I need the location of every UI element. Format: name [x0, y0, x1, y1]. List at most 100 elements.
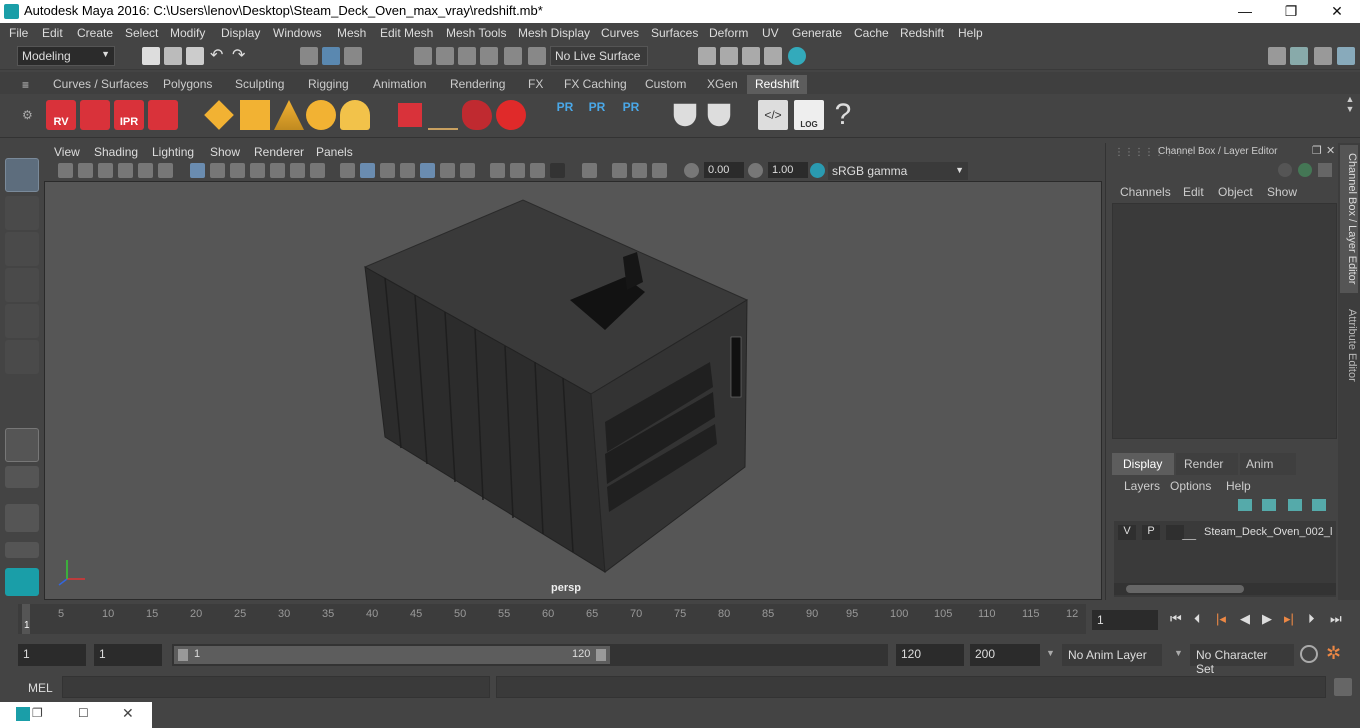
2d-pan-zoom-icon[interactable] [158, 163, 173, 178]
redshift-dome-light-icon[interactable] [306, 100, 336, 130]
step-back-frame-icon[interactable]: ⏴ [1194, 611, 1201, 627]
live-surface-field[interactable]: No Live Surface [550, 46, 648, 66]
use-all-lights-icon[interactable] [420, 163, 435, 178]
new-scene-icon[interactable] [142, 47, 160, 65]
textured-icon[interactable] [400, 163, 415, 178]
layer-playback-toggle[interactable]: P [1142, 525, 1160, 540]
motion-blur-icon[interactable] [490, 163, 505, 178]
maya-window-icon[interactable] [16, 707, 30, 721]
redshift-help-icon[interactable]: ? [828, 100, 858, 130]
snap-surface-icon[interactable] [504, 47, 522, 65]
wireframe-on-shaded-icon[interactable] [380, 163, 395, 178]
scale-tool-icon[interactable] [5, 340, 39, 374]
tab-rendering[interactable]: Rendering [442, 75, 513, 94]
redshift-proxy-import-icon[interactable]: PR [582, 100, 612, 130]
save-scene-icon[interactable] [186, 47, 204, 65]
play-backwards-icon[interactable]: ◀ [1240, 611, 1250, 627]
anti-aliasing-icon[interactable] [510, 163, 525, 178]
vp-menu-view[interactable]: View [54, 145, 80, 159]
auto-key-icon[interactable] [1300, 645, 1318, 663]
menu-redshift[interactable]: Redshift [900, 26, 944, 40]
redshift-area-light-icon[interactable] [240, 100, 270, 130]
tab-animation[interactable]: Animation [365, 75, 434, 94]
tab-custom[interactable]: Custom [637, 75, 694, 94]
menu-modify[interactable]: Modify [170, 26, 205, 40]
step-back-key-icon[interactable]: |◂ [1216, 611, 1226, 627]
open-scene-icon[interactable] [164, 47, 182, 65]
redshift-proxy-icon[interactable] [398, 103, 422, 127]
script-editor-icon[interactable] [1334, 678, 1352, 696]
ipr-render-icon[interactable] [742, 47, 760, 65]
layer-tab-display[interactable]: Display [1112, 453, 1174, 475]
maximize-small-icon[interactable]: ☐ [78, 706, 89, 720]
shelf-scroll-icon[interactable]: ▲ ▼ [1342, 94, 1358, 136]
anim-layer-dropdown[interactable]: No Anim Layer [1062, 644, 1162, 666]
menu-mesh-display[interactable]: Mesh Display [518, 26, 590, 40]
wireframe-icon[interactable] [340, 163, 355, 178]
layer-row[interactable]: V P Steam_Deck_Oven_002_l [1116, 523, 1334, 541]
menu-create[interactable]: Create [77, 26, 113, 40]
step-forward-key-icon[interactable]: ▸| [1284, 611, 1294, 627]
redshift-proxy-export-icon[interactable]: PR [550, 100, 580, 130]
move-tool-icon[interactable] [5, 268, 39, 302]
make-live-icon[interactable] [528, 47, 546, 65]
exposure-icon[interactable] [684, 163, 699, 178]
new-layer-selected-icon[interactable] [1262, 499, 1276, 511]
tab-curves-surfaces[interactable]: Curves / Surfaces [45, 75, 156, 94]
playback-start-field[interactable]: 1 [94, 644, 162, 666]
resolution-gate-icon[interactable] [230, 163, 245, 178]
redshift-volume-icon[interactable] [462, 100, 492, 130]
play-forwards-icon[interactable]: ▶ [1262, 611, 1272, 627]
menu-generate[interactable]: Generate [792, 26, 842, 40]
float-panel-icon[interactable]: ❐ [1312, 144, 1322, 157]
vp-menu-show[interactable]: Show [210, 145, 240, 159]
cb-menu-edit[interactable]: Edit [1183, 185, 1204, 199]
menu-deform[interactable]: Deform [709, 26, 748, 40]
safe-title-icon[interactable] [310, 163, 325, 178]
image-plane-icon[interactable] [118, 163, 133, 178]
undo-icon[interactable]: ↶ [210, 47, 228, 65]
channel-settings-icon[interactable] [1318, 163, 1332, 177]
xray-icon[interactable] [550, 163, 565, 178]
render-settings-icon[interactable] [764, 47, 782, 65]
hypershade-icon[interactable] [788, 47, 806, 65]
maximize-icon[interactable]: ❐ [1268, 0, 1314, 23]
layout-icon[interactable] [1290, 47, 1308, 65]
workspace-icon[interactable] [1268, 47, 1286, 65]
layer-tab-anim[interactable]: Anim [1240, 453, 1296, 475]
layer-scrollbar-thumb[interactable] [1126, 585, 1244, 593]
redshift-hair-icon[interactable] [428, 100, 458, 130]
menu-uv[interactable]: UV [762, 26, 779, 40]
move-layer-up-icon[interactable] [1288, 499, 1302, 511]
camera-select-icon[interactable] [58, 163, 73, 178]
cb-menu-show[interactable]: Show [1267, 185, 1297, 199]
vp-menu-panels[interactable]: Panels [316, 145, 353, 159]
select-hierarchy-icon[interactable] [300, 47, 318, 65]
tab-rigging[interactable]: Rigging [300, 75, 357, 94]
redshift-sun-sky-icon[interactable] [340, 100, 370, 130]
tab-polygons[interactable]: Polygons [155, 75, 220, 94]
cb-menu-object[interactable]: Object [1218, 185, 1253, 199]
viewport-persp[interactable]: persp [44, 181, 1102, 600]
lasso-tool-icon[interactable] [5, 196, 39, 230]
render-view-icon[interactable] [698, 47, 716, 65]
channel-box-toggle-icon[interactable] [1337, 47, 1355, 65]
menu-surfaces[interactable]: Surfaces [651, 26, 698, 40]
mode-dropdown[interactable]: Modeling ▼ [17, 46, 115, 66]
range-bar[interactable]: 1 120 [174, 646, 610, 664]
vp-menu-shading[interactable]: Shading [94, 145, 138, 159]
colorspace-dropdown[interactable]: sRGB gamma ▼ [828, 162, 968, 180]
animation-preferences-icon[interactable]: ✲ [1326, 643, 1341, 664]
single-pane-layout-icon[interactable] [5, 428, 39, 462]
shelf-menu-icon[interactable]: ≡ [22, 78, 29, 92]
chevron-down-icon[interactable]: ▼ [1174, 648, 1183, 658]
depth-of-field-icon[interactable] [530, 163, 545, 178]
go-to-start-icon[interactable]: ⏮ [1170, 611, 1182, 627]
side-tab-attribute-editor[interactable]: Attribute Editor [1340, 303, 1358, 399]
layer-visibility-toggle[interactable]: V [1118, 525, 1136, 540]
snap-curve-icon[interactable] [436, 47, 454, 65]
close-icon[interactable]: ✕ [1314, 0, 1360, 23]
camera-attributes-icon[interactable] [78, 163, 93, 178]
outliner-layout-icon[interactable] [5, 504, 39, 532]
grid-icon[interactable] [190, 163, 205, 178]
